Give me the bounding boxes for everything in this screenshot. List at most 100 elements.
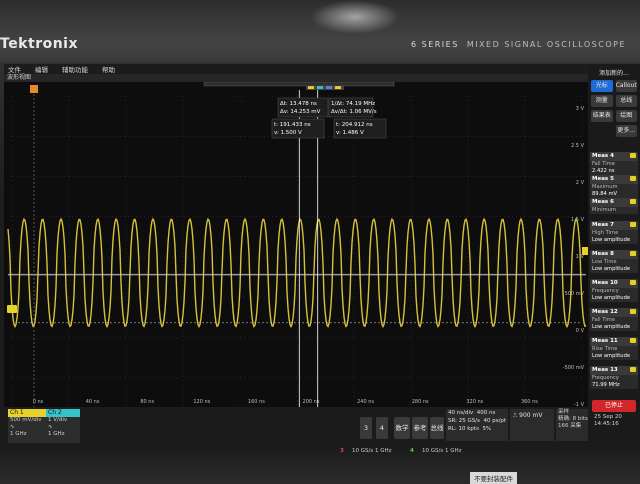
measurement-value: 89.84 mV: [592, 190, 618, 197]
measurement-title: Meas 12: [590, 308, 638, 317]
ch1-bandwidth: 1 GHz: [10, 431, 27, 437]
menu-help[interactable]: 帮助: [102, 64, 115, 74]
measure-button[interactable]: 测量: [591, 95, 613, 107]
measurement-badge[interactable]: Meas 13 Frequency 71.99 MHz: [590, 366, 638, 389]
measurement-badge[interactable]: Meas 4 Fall Time 2.422 ns: [590, 152, 638, 175]
measurement-title: Meas 13: [590, 366, 638, 375]
measurement-title: Meas 7: [590, 221, 638, 230]
measurement-badge[interactable]: Meas 8 Low Time Low amplitude: [590, 250, 638, 273]
settings-bar: Ch 1 500 mV/div ∿ 1 GHz Ch 2 1 V/div ∿ 1…: [4, 407, 588, 444]
x-axis-label: 120 ns: [193, 399, 210, 405]
trigger-row: ⎍ 900 mV: [510, 409, 554, 420]
ch1-color-icon: [630, 176, 636, 181]
x-axis-label: 280 ns: [412, 399, 429, 405]
menu-file[interactable]: 文件: [8, 64, 21, 74]
math-button[interactable]: 数学: [394, 417, 410, 439]
measurement-badge[interactable]: Meas 5 Maximum 89.84 mV: [590, 175, 638, 198]
y-axis-label: -500 mV: [563, 365, 585, 371]
bus-add-button[interactable]: 总线: [430, 417, 444, 439]
cursors-button[interactable]: 光标: [591, 80, 613, 92]
measurement-title: Meas 11: [590, 337, 638, 346]
cursor-dv-dt: Δv/Δt: 1.06 MV/s: [331, 109, 377, 115]
cursor-1-time: t: 191.433 ns: [274, 122, 311, 128]
record-duration: 400 ns: [476, 410, 496, 416]
trigger-badge[interactable]: ⎍ 900 mV: [510, 409, 554, 441]
x-axis-label: 320 ns: [466, 399, 483, 405]
measurement-label: Minimum: [592, 207, 617, 213]
measurement-badge[interactable]: Meas 6 Minimum: [590, 198, 638, 214]
ch1-color-icon: [630, 251, 636, 256]
measurement-title: Meas 8: [590, 250, 638, 259]
horizontal-row-2: SR: 25 GS/s 40 ps/pt: [446, 417, 508, 425]
record-length: RL: 10 kpts: [448, 426, 479, 432]
clock-readout: 25 Sep 20 14:45:16: [594, 414, 622, 428]
lower-bezel: 3 10 GS/s 1 GHz 4 10 GS/s 1 GHz 不要封装配件: [0, 444, 640, 484]
trigger-marker-icon[interactable]: [30, 85, 38, 93]
ch2-badge[interactable]: Ch 2 1 V/div ∿ 1 GHz: [46, 409, 80, 443]
acquisition-count: 166 采集: [558, 423, 582, 429]
x-axis-label: 200 ns: [303, 399, 320, 405]
ch1-scale: 500 mV/div: [10, 417, 42, 423]
trigger-edge-icon: ⎍: [513, 412, 518, 419]
cursor-inv-dt: 1/Δt: 74.19 MHz: [331, 101, 375, 107]
series-number: 6 SERIES: [410, 40, 459, 49]
results-table-button[interactable]: 结果表: [591, 110, 613, 122]
cursor-dt: Δt: 13.478 ns: [280, 101, 317, 107]
run-stop-badge[interactable]: 已停止: [592, 400, 636, 412]
x-axis-label: 240 ns: [357, 399, 374, 405]
ch2-scale: 1 V/div: [48, 417, 68, 423]
scope-screen: 文件 编辑 辅助功能 帮助 波形视图 3 V 2.5 V2 V 1.5 V1 V 50…: [4, 64, 640, 444]
callout-button[interactable]: Callout: [615, 80, 637, 92]
ch1-color-icon: [630, 280, 636, 285]
ch4-input-label: 4: [410, 448, 414, 454]
ch1-badge[interactable]: Ch 1 500 mV/div ∿ 1 GHz: [8, 409, 46, 443]
waveform-view[interactable]: 3 V2.5 V2 V1.5 V1 V500 mV0 V-500 mV-1 V …: [4, 82, 588, 444]
ch3-button[interactable]: 3: [360, 417, 372, 439]
measurement-badge[interactable]: Meas 11 Rise Time Low amplitude: [590, 337, 638, 360]
ch2-label: Ch 2: [48, 409, 62, 416]
clock-date: 25 Sep 20: [594, 414, 622, 420]
ch2-bandwidth: 1 GHz: [48, 431, 65, 437]
acquisition-badge[interactable]: 采样 精确: 8 bits 166 采集: [556, 409, 588, 441]
ch1-label: Ch 1: [10, 409, 24, 416]
ch1-color-icon: [630, 153, 636, 158]
trigger-position: 5%: [482, 426, 492, 432]
more-button[interactable]: 更多...: [615, 125, 637, 137]
series-subtitle: MIXED SIGNAL OSCILLOSCOPE: [466, 40, 626, 49]
plot-button[interactable]: 绘图: [615, 110, 637, 122]
trigger-level: 900 mV: [519, 412, 543, 419]
ch1-color-icon: [630, 199, 636, 204]
ref-button[interactable]: 参考: [412, 417, 428, 439]
cursor-2-time: t: 204.912 ns: [336, 122, 373, 128]
acquisition-precision: 精确: 8 bits: [558, 416, 588, 422]
ch1-color-icon: [630, 309, 636, 314]
measurement-badge[interactable]: Meas 10 Frequency Low amplitude: [590, 279, 638, 302]
add-new-title: 添加新的...: [599, 70, 629, 77]
measurement-warning: Low amplitude: [592, 265, 631, 272]
horizontal-row-1: 40 ns/div 400 ns: [446, 409, 508, 417]
measurement-warning: Low amplitude: [592, 323, 631, 330]
measurement-badge[interactable]: Meas 7 High Time Low amplitude: [590, 221, 638, 244]
menu-utility[interactable]: 辅助功能: [62, 64, 88, 74]
horizontal-row-3: RL: 10 kpts 5%: [446, 425, 508, 433]
series-label: 6 SERIES MIXED SIGNAL OSCILLOSCOPE: [411, 40, 626, 49]
y-axis-label: 3 V: [576, 106, 585, 112]
cursor-1-voltage: v: 1.500 V: [274, 130, 302, 136]
ch4-button[interactable]: 4: [376, 417, 388, 439]
acquisition-mode: 采样: [558, 409, 570, 415]
menu-edit[interactable]: 编辑: [35, 64, 48, 74]
menu-bar: 文件 编辑 辅助功能 帮助: [4, 64, 592, 74]
ch1-ground-marker-icon[interactable]: [7, 305, 17, 313]
y-axis-label: 2.5 V: [571, 143, 585, 149]
measurement-title: Meas 6: [590, 198, 638, 207]
record-overview-bar[interactable]: [203, 82, 395, 87]
warning-sticker: 不要封装配件: [470, 472, 517, 484]
bus-button[interactable]: 总线: [615, 95, 637, 107]
horizontal-badge[interactable]: 40 ns/div 400 ns SR: 25 GS/s 40 ps/pt RL…: [446, 409, 508, 441]
x-axis-label: 0 ns: [33, 399, 44, 405]
x-axis-label: 80 ns: [140, 399, 154, 405]
y-axis-label: 0 V: [576, 328, 585, 334]
ch2-coupling-icon: ∿: [48, 424, 53, 430]
y-axis-label: 2 V: [576, 180, 585, 186]
measurement-badge[interactable]: Meas 12 Fall Time Low amplitude: [590, 308, 638, 331]
